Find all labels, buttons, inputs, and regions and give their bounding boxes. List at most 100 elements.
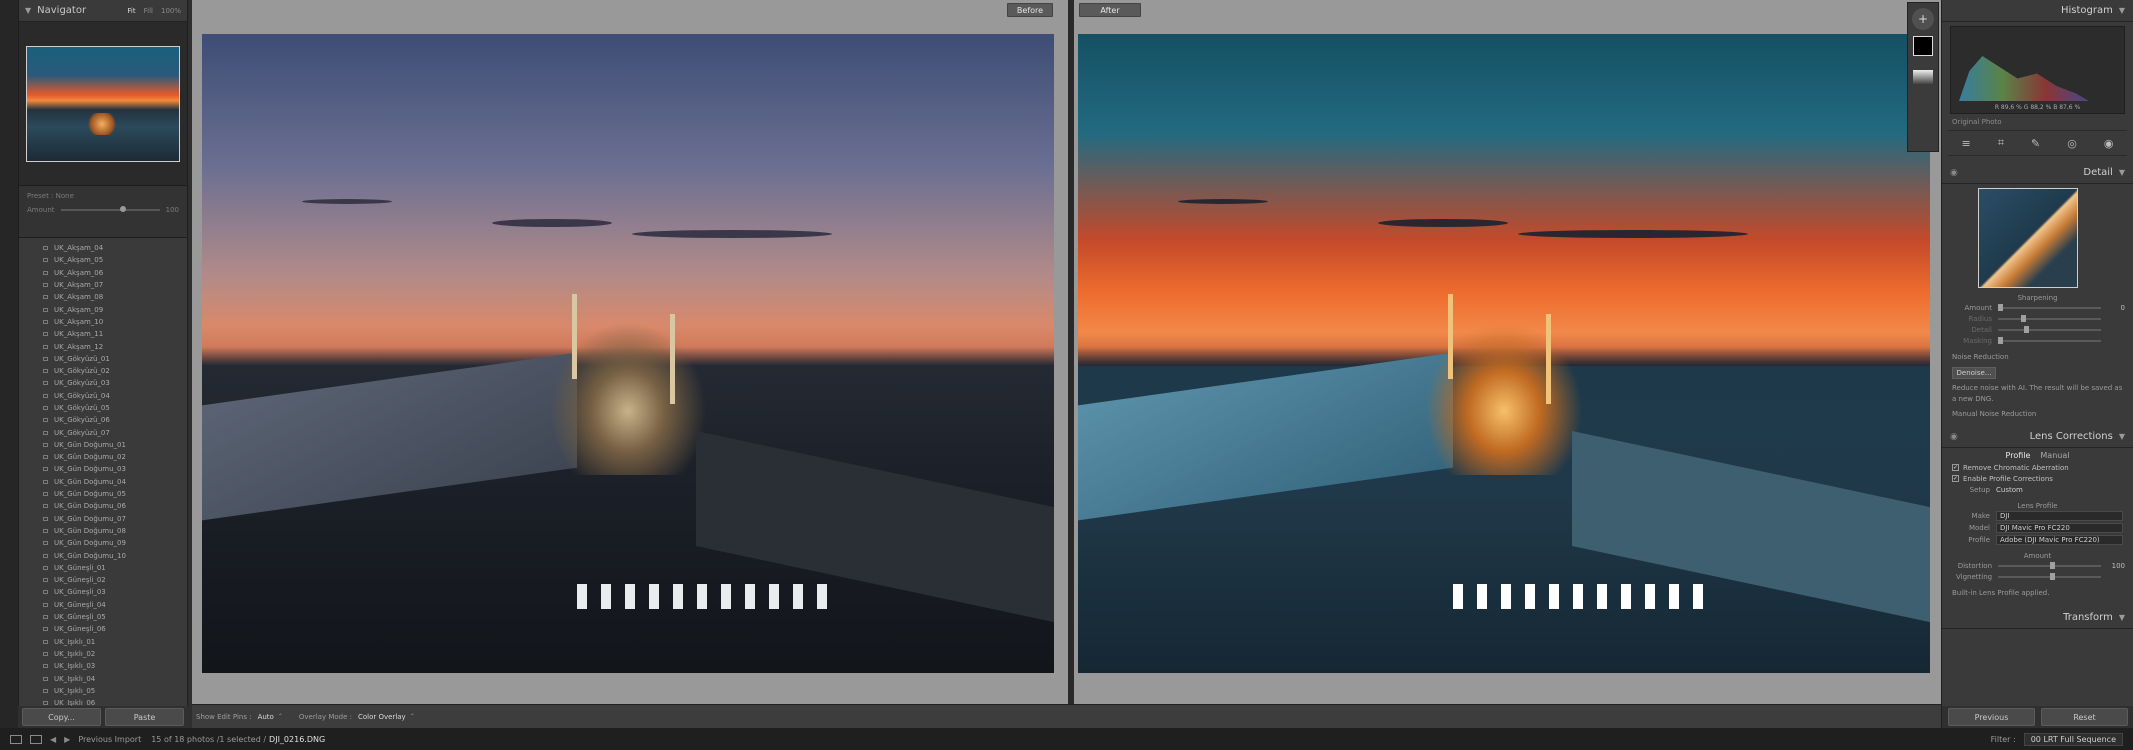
preset-item[interactable]: UK_Güneşli_04 — [19, 599, 187, 611]
left-panel-edge[interactable] — [0, 0, 18, 728]
eye-icon[interactable]: ◉ — [1950, 168, 1958, 178]
preset-item[interactable]: UK_Işıklı_03 — [19, 660, 187, 672]
preset-item[interactable]: UK_Işıklı_02 — [19, 648, 187, 660]
sharpening-slider[interactable] — [1998, 325, 2101, 333]
preset-item[interactable]: UK_Gün Doğumu_01 — [19, 439, 187, 451]
preset-item[interactable]: UK_Güneşli_05 — [19, 611, 187, 623]
preset-item[interactable]: UK_Akşam_06 — [19, 267, 187, 279]
reset-button[interactable]: Reset — [2041, 708, 2128, 726]
paste-button[interactable]: Paste — [105, 708, 184, 726]
sharpening-slider[interactable] — [1998, 314, 2101, 322]
gradient-swatch[interactable] — [1913, 70, 1933, 84]
tab-manual[interactable]: Manual — [2040, 451, 2069, 460]
preset-item[interactable]: UK_Gün Doğumu_08 — [19, 525, 187, 537]
sharpening-slider[interactable] — [1998, 336, 2101, 344]
previous-import-link[interactable]: Previous Import — [78, 735, 141, 744]
color-swatch-black[interactable] — [1913, 36, 1933, 56]
navigator-thumbnail[interactable] — [26, 45, 180, 162]
preset-item[interactable]: UK_Gün Doğumu_05 — [19, 488, 187, 500]
zoom-100[interactable]: 100% — [161, 7, 181, 15]
preset-item[interactable]: UK_Akşam_11 — [19, 328, 187, 340]
tab-profile[interactable]: Profile — [2006, 451, 2031, 460]
preset-item[interactable]: UK_Gün Doğumu_04 — [19, 476, 187, 488]
masking-icon[interactable]: ◉ — [2104, 137, 2114, 150]
show-edit-pins-chevron-icon[interactable]: ⌃ — [278, 713, 283, 720]
secondary-window-icon[interactable] — [30, 734, 42, 744]
denoise-button[interactable]: Denoise... — [1952, 367, 1996, 379]
red-eye-icon[interactable]: ◎ — [2067, 137, 2077, 150]
preset-item[interactable]: UK_Güneşli_01 — [19, 562, 187, 574]
remove-ca-checkbox[interactable]: ✓ Remove Chromatic Aberration — [1942, 462, 2133, 473]
preset-item[interactable]: UK_Akşam_07 — [19, 279, 187, 291]
preset-item[interactable]: UK_Gün Doğumu_03 — [19, 463, 187, 475]
preset-item[interactable]: UK_Akşam_09 — [19, 303, 187, 315]
preset-item[interactable]: UK_Akşam_12 — [19, 340, 187, 352]
crop-icon[interactable]: ⌗ — [1998, 136, 2004, 150]
compare-divider[interactable] — [1068, 0, 1074, 704]
preset-item[interactable]: UK_Gün Doğumu_02 — [19, 451, 187, 463]
distortion-value[interactable]: 100 — [2109, 562, 2125, 570]
grid-view-icon[interactable] — [10, 734, 22, 744]
overlay-mode-chevron-icon[interactable]: ⌃ — [410, 713, 415, 720]
after-photo[interactable] — [1078, 34, 1930, 673]
preset-item[interactable]: UK_Güneşli_02 — [19, 574, 187, 586]
healing-icon[interactable]: ✎ — [2031, 137, 2040, 150]
preset-item[interactable]: UK_Işıklı_01 — [19, 636, 187, 648]
histogram-graph[interactable]: R 89,6 % G 88,2 % B 87,6 % — [1950, 26, 2125, 114]
model-select[interactable]: DJI Mavic Pro FC220 — [1996, 523, 2123, 533]
preset-item[interactable]: UK_Gün Doğumu_09 — [19, 537, 187, 549]
transform-header[interactable]: Transform ▼ — [1942, 607, 2133, 629]
navigator-preview[interactable] — [19, 22, 187, 186]
zoom-fill[interactable]: Fill — [144, 7, 153, 15]
manual-noise-reduction[interactable]: Manual Noise Reduction — [1942, 409, 2133, 420]
preset-item[interactable]: UK_Gökyüzü_05 — [19, 402, 187, 414]
lens-corrections-header[interactable]: ◉ Lens Corrections ▼ — [1942, 426, 2133, 448]
original-photo-toggle[interactable]: Original Photo — [1942, 118, 2133, 130]
back-arrow-icon[interactable]: ◀ — [50, 735, 56, 744]
preset-item[interactable]: UK_Akşam_04 — [19, 242, 187, 254]
detail-header[interactable]: ◉ Detail ▼ — [1942, 162, 2133, 184]
preset-item[interactable]: UK_Işıklı_04 — [19, 672, 187, 684]
overlay-mode-select[interactable]: Color Overlay — [358, 713, 406, 721]
collapse-triangle-icon[interactable]: ▼ — [2119, 432, 2125, 441]
preset-item[interactable]: UK_Akşam_08 — [19, 291, 187, 303]
preset-item[interactable]: UK_Güneşli_06 — [19, 623, 187, 635]
preset-item[interactable]: UK_Gökyüzü_06 — [19, 414, 187, 426]
histogram-header[interactable]: Histogram ▼ — [1942, 0, 2133, 22]
collapse-triangle-icon[interactable]: ▼ — [2119, 613, 2125, 622]
navigator-header[interactable]: ▼ Navigator Fit Fill 100% — [19, 0, 187, 22]
preset-item[interactable]: UK_Gün Doğumu_06 — [19, 500, 187, 512]
zoom-fit[interactable]: Fit — [127, 7, 135, 15]
before-photo[interactable] — [202, 34, 1054, 673]
preset-item[interactable]: UK_Işıklı_05 — [19, 685, 187, 697]
copy-button[interactable]: Copy... — [22, 708, 101, 726]
enable-profile-checkbox[interactable]: ✓ Enable Profile Corrections — [1942, 473, 2133, 484]
preset-item[interactable]: UK_Gökyüzü_01 — [19, 353, 187, 365]
preset-item[interactable]: UK_Akşam_05 — [19, 254, 187, 266]
detail-preview[interactable] — [1978, 188, 2078, 288]
eye-icon[interactable]: ◉ — [1950, 432, 1958, 442]
current-file-name[interactable]: DJI_0216.DNG — [269, 735, 325, 744]
sharpening-slider[interactable] — [1998, 303, 2101, 311]
preset-item[interactable]: UK_Gökyüzü_04 — [19, 390, 187, 402]
collapse-triangle-icon[interactable]: ▼ — [2119, 168, 2125, 177]
sharpening-value[interactable]: 0 — [2109, 304, 2125, 312]
preset-amount-slider[interactable] — [60, 206, 160, 212]
previous-button[interactable]: Previous — [1948, 708, 2035, 726]
make-select[interactable]: DJI — [1996, 511, 2123, 521]
distortion-slider[interactable] — [1998, 561, 2101, 569]
edit-sliders-icon[interactable]: ≡ — [1962, 137, 1971, 150]
vignetting-slider[interactable] — [1998, 572, 2101, 580]
add-icon[interactable]: + — [1912, 8, 1934, 30]
profile-select[interactable]: Adobe (DJI Mavic Pro FC220) — [1996, 535, 2123, 545]
preset-item[interactable]: UK_Gökyüzü_07 — [19, 426, 187, 438]
preset-item[interactable]: UK_Gökyüzü_02 — [19, 365, 187, 377]
preset-item[interactable]: UK_Gün Doğumu_07 — [19, 513, 187, 525]
filter-select[interactable]: 00 LRT Full Sequence — [2023, 732, 2123, 746]
collapse-triangle-icon[interactable]: ▼ — [2119, 6, 2125, 15]
preset-item[interactable]: UK_Gökyüzü_03 — [19, 377, 187, 389]
forward-arrow-icon[interactable]: ▶ — [64, 735, 70, 744]
setup-select[interactable]: Custom — [1996, 486, 2023, 494]
preset-item[interactable]: UK_Güneşli_03 — [19, 586, 187, 598]
show-edit-pins-select[interactable]: Auto — [258, 713, 274, 721]
